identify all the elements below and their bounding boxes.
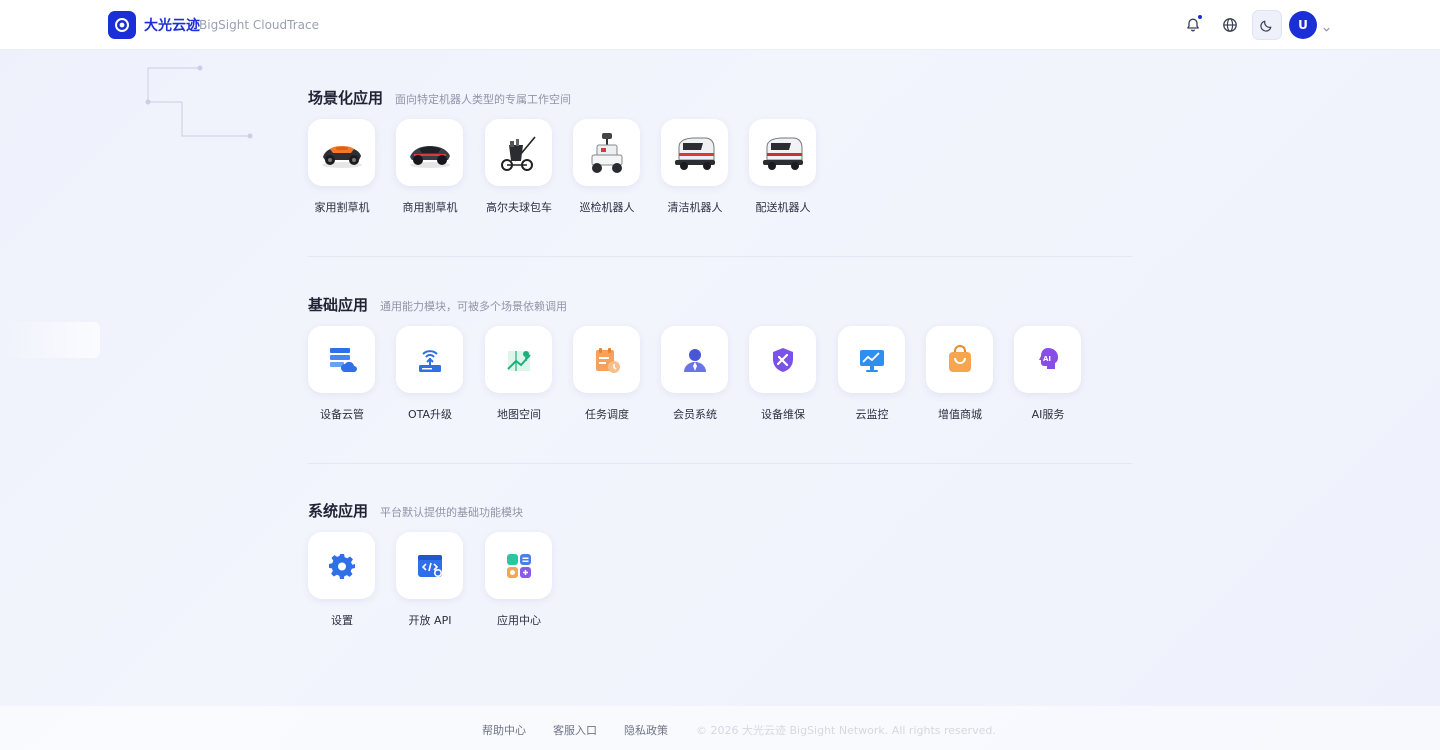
decorative-lines — [145, 65, 253, 139]
shop-icon — [945, 344, 975, 375]
device-cloud-icon — [327, 345, 357, 375]
api-icon — [415, 551, 445, 581]
app-cleaning-robot[interactable]: 清洁机器人 — [661, 119, 729, 219]
app-label: 清洁机器人 — [667, 201, 723, 214]
app-label: OTA升级 — [407, 408, 453, 421]
app-label: 巡检机器人 — [579, 201, 635, 214]
section-description: 平台默认提供的基础功能模块 — [380, 506, 524, 519]
language-button[interactable] — [1218, 13, 1242, 37]
app-label: 家用割草机 — [314, 201, 370, 214]
app-member-system[interactable]: 会员系统 — [661, 326, 729, 426]
theme-toggle-button[interactable] — [1252, 10, 1282, 40]
app-label: 高尔夫球包车 — [486, 201, 552, 214]
app-ai-service[interactable]: AI AI服务 — [1014, 326, 1082, 426]
monitor-icon — [857, 345, 887, 375]
app-device-maintenance[interactable]: 设备维保 — [749, 326, 817, 426]
footer: 帮助中心 客服入口 隐私政策 © 2026 大光云迹 BigSight Netw… — [0, 706, 1440, 750]
golf-caddy-icon — [497, 133, 541, 173]
task-schedule-icon — [592, 345, 622, 375]
section-divider — [308, 256, 1132, 257]
app-value-mall[interactable]: 增值商城 — [926, 326, 994, 426]
chevron-down-icon[interactable] — [1322, 19, 1331, 38]
moon-icon — [1260, 18, 1274, 32]
section-title: 场景化应用 — [308, 89, 384, 107]
top-bar: 大光云迹 BigSight CloudTrace U — [0, 0, 1440, 50]
section-title: 基础应用 — [308, 296, 369, 314]
app-label: 设备云管 — [320, 408, 364, 421]
ai-icon: AI — [1033, 345, 1063, 375]
app-label: 任务调度 — [585, 408, 629, 421]
app-label: 地图空间 — [497, 408, 541, 421]
app-commercial-mower[interactable]: 商用割草机 — [396, 119, 464, 219]
app-app-center[interactable]: 应用中心 — [485, 532, 553, 632]
ota-upgrade-icon — [415, 345, 445, 375]
avatar[interactable]: U — [1289, 11, 1317, 39]
notification-badge — [1197, 14, 1203, 20]
app-task-schedule[interactable]: 任务调度 — [573, 326, 641, 426]
app-center-icon — [504, 551, 534, 581]
app-settings[interactable]: 设置 — [308, 532, 376, 632]
app-label: 会员系统 — [673, 408, 717, 421]
notification-button[interactable] — [1181, 13, 1205, 37]
globe-icon — [1222, 17, 1238, 33]
app-golf-caddy[interactable]: 高尔夫球包车 — [485, 119, 553, 219]
app-map-space[interactable]: 地图空间 — [485, 326, 553, 426]
map-icon — [504, 345, 534, 375]
footer-link-help[interactable]: 帮助中心 — [482, 722, 526, 738]
svg-text:AI: AI — [1043, 355, 1051, 363]
app-device-cloud[interactable]: 设备云管 — [308, 326, 376, 426]
section-basic-apps: 基础应用 通用能力模块，可被多个场景依赖调用 设备云管 OTA升级 地图空间 任… — [308, 294, 1132, 434]
app-home-mower[interactable]: 家用割草机 — [308, 119, 376, 219]
app-label: 配送机器人 — [755, 201, 811, 214]
commercial-mower-icon — [406, 135, 454, 171]
section-title: 系统应用 — [308, 502, 369, 520]
app-cloud-monitor[interactable]: 云监控 — [838, 326, 906, 426]
app-label: 应用中心 — [497, 614, 541, 627]
gear-icon — [327, 551, 357, 581]
footer-link-support[interactable]: 客服入口 — [553, 722, 597, 738]
delivery-robot-icon — [759, 133, 807, 173]
member-icon — [680, 345, 710, 375]
brand-subtitle: BigSight CloudTrace — [199, 18, 319, 32]
footer-copyright: © 2026 大光云迹 BigSight Network. All rights… — [696, 724, 996, 737]
app-label: 云监控 — [855, 408, 889, 421]
patrol-robot-icon — [587, 131, 627, 175]
section-description: 面向特定机器人类型的专属工作空间 — [395, 93, 572, 106]
section-divider — [308, 463, 1132, 464]
home-mower-icon — [318, 135, 366, 171]
decorative-bar — [0, 322, 100, 358]
logo-icon[interactable] — [108, 11, 136, 39]
app-label: 增值商城 — [938, 408, 982, 421]
brand-name[interactable]: 大光云迹 — [144, 15, 200, 35]
app-label: 商用割草机 — [402, 201, 458, 214]
footer-link-privacy[interactable]: 隐私政策 — [624, 722, 668, 738]
section-description: 通用能力模块，可被多个场景依赖调用 — [380, 300, 568, 313]
maintenance-icon — [768, 345, 798, 375]
app-label: AI服务 — [1031, 408, 1065, 421]
app-ota-upgrade[interactable]: OTA升级 — [396, 326, 464, 426]
app-label: 设置 — [331, 614, 353, 627]
cleaning-robot-icon — [671, 133, 719, 173]
section-system-apps: 系统应用 平台默认提供的基础功能模块 设置 开放 API 应用中心 — [308, 500, 1132, 640]
app-open-api[interactable]: 开放 API — [396, 532, 464, 632]
app-label: 设备维保 — [761, 408, 805, 421]
app-patrol-robot[interactable]: 巡检机器人 — [573, 119, 641, 219]
section-scenario-apps: 场景化应用 面向特定机器人类型的专属工作空间 家用割草机 商用割草机 高尔夫球包… — [308, 87, 1132, 227]
app-delivery-robot[interactable]: 配送机器人 — [749, 119, 817, 219]
app-label: 开放 API — [408, 614, 452, 627]
